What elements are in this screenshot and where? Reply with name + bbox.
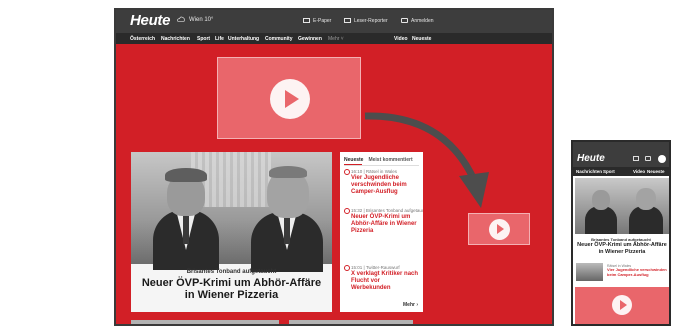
transition-arrow-icon [364,112,489,208]
play-icon [489,219,510,240]
nav-item-sport[interactable]: Sport [603,169,615,174]
mobile-header: Heute [573,142,669,167]
mobile-nav: Nachrichten Sport Video Neueste [573,167,669,176]
nav-item-nachrichten[interactable]: Nachrichten [161,36,190,42]
tab-neueste[interactable]: Neueste [344,157,363,163]
video-placeholder-small[interactable] [468,213,530,245]
newspaper-icon[interactable] [633,156,639,161]
sidebar-more-link[interactable]: Mehr › [403,302,418,308]
desktop-header: Heute Wien 10° E-Paper Leser-Reporter An… [116,10,552,33]
heute-logo[interactable]: Heute [577,153,605,164]
mobile-hero-photo[interactable] [575,178,669,234]
article-thumbnail[interactable] [289,320,413,324]
heute-logo[interactable]: Heute [130,12,170,29]
hero-article[interactable]: Brisantes Tonband aufgetaucht Neuer ÖVP-… [131,152,332,312]
hero-title[interactable]: Neuer ÖVP-Krimi um Abhör-Affäre in Wiene… [137,277,326,301]
nav-item-life[interactable]: Life [215,36,224,42]
news-item-headline: X verklagt Kritiker nach Flucht vor Werb… [351,271,419,291]
desktop-mockup: Heute Wien 10° E-Paper Leser-Reporter An… [114,8,554,326]
news-item-headline: Vier Jugendliche verschwinden beim Campe… [607,267,667,277]
hero-kicker: Brisantes Tonband aufgetaucht [186,269,277,275]
nav-item-unterhaltung[interactable]: Unterhaltung [228,36,259,42]
utility-leser-reporter[interactable]: Leser-Reporter [344,18,388,24]
mobile-mockup: Heute Nachrichten Sport Video Neueste Br… [571,140,671,326]
nav-item-neueste[interactable]: Neueste [647,169,665,174]
news-item-meta: 15:01 | Twitter-Rauswurf [344,265,419,271]
video-placeholder-large[interactable] [217,57,361,139]
camera-icon [344,18,351,23]
hero-photo [131,152,332,272]
menu-icon[interactable] [658,155,666,163]
utility-anmelden[interactable]: Anmelden [401,18,434,24]
mobile-hero-title[interactable]: Neuer ÖVP-Krimi um Abhör-Affäre in Wiene… [576,242,668,255]
nav-item-gewinnen[interactable]: Gewinnen [298,36,322,42]
nav-item-mehr[interactable]: Mehr ˅ [328,36,344,42]
play-icon [270,79,310,119]
nav-item-sport[interactable]: Sport [197,36,210,42]
mobile-video-placeholder[interactable] [575,287,669,324]
nav-item-oesterreich[interactable]: Österreich [130,36,155,42]
mobile-news-item[interactable]: Rätsel in Wales Vier Jugendliche verschw… [576,263,669,283]
layout-illustration: Heute Wien 10° E-Paper Leser-Reporter An… [0,0,675,327]
news-item-thumbnail [576,263,603,281]
news-item-headline: Neuer ÖVP-Krimi um Abhör-Affäre in Wiene… [351,214,417,234]
login-icon [401,18,408,23]
user-icon[interactable] [645,156,651,161]
utility-epaper[interactable]: E-Paper [303,18,331,24]
play-icon [612,295,632,315]
nav-item-nachrichten[interactable]: Nachrichten [576,169,602,174]
weather-text[interactable]: Wien 10° [189,17,213,23]
newspaper-icon [303,18,310,23]
desktop-nav: Österreich Nachrichten Sport Life Unterh… [116,33,552,44]
article-thumbnail[interactable] [131,320,279,324]
news-item[interactable]: 15:01 | Twitter-Rauswurf X verklagt Krit… [344,265,419,292]
nav-item-community[interactable]: Community [265,36,293,42]
nav-item-video[interactable]: Video [633,169,645,174]
news-item[interactable]: 15:32 | Brisantes Tonband aufgetaucht Ne… [344,208,423,235]
nav-item-neueste[interactable]: Neueste [412,36,431,42]
nav-item-video[interactable]: Video [394,36,408,42]
